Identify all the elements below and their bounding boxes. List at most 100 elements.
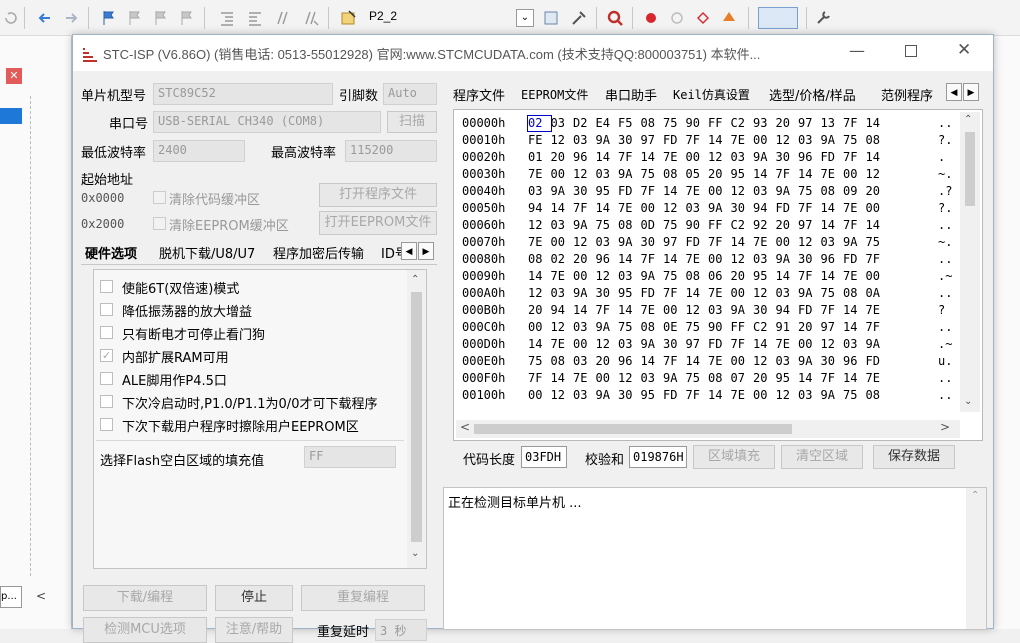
hex-byte[interactable]: FD (798, 303, 821, 318)
hex-byte[interactable]: 03 (776, 286, 799, 301)
hex-byte[interactable]: 97 (686, 337, 709, 352)
hex-byte[interactable]: 08 (866, 133, 889, 148)
hex-byte[interactable]: 75 (663, 218, 686, 233)
hex-byte[interactable]: 30 (731, 201, 754, 216)
hex-byte[interactable]: 75 (843, 133, 866, 148)
tab-program-file[interactable]: 程序文件 (453, 85, 505, 104)
hex-byte[interactable]: 12 (866, 167, 889, 182)
hex-byte[interactable]: FD (776, 201, 799, 216)
hex-byte[interactable]: 08 (663, 167, 686, 182)
hex-byte[interactable]: 12 (528, 286, 551, 301)
hex-byte[interactable]: 9A (663, 371, 686, 386)
hex-byte[interactable]: 13 (821, 116, 844, 131)
reprogram-button[interactable]: 重复编程 (301, 585, 425, 611)
retry-delay-select[interactable]: 3 秒 (375, 619, 427, 641)
hex-byte[interactable]: 9A (596, 133, 619, 148)
hex-byte[interactable]: 20 (866, 184, 889, 199)
hex-byte[interactable]: 95 (731, 167, 754, 182)
hex-byte[interactable]: 90 (686, 218, 709, 233)
hex-byte[interactable]: 14 (843, 371, 866, 386)
hex-byte[interactable]: 7F (596, 303, 619, 318)
hex-vscrollbar[interactable]: ⌃ ⌄ (960, 112, 980, 412)
hex-byte[interactable]: 03 (573, 133, 596, 148)
help-button[interactable]: 注意/帮助 (215, 617, 293, 643)
hex-byte[interactable]: 03 (843, 337, 866, 352)
bookmark-clear-icon[interactable] (178, 9, 196, 27)
hex-byte[interactable]: FD (641, 286, 664, 301)
hex-byte[interactable]: 7E (843, 201, 866, 216)
hex-byte[interactable]: FF (731, 320, 754, 335)
hex-byte[interactable]: 03 (618, 269, 641, 284)
hex-byte[interactable]: 7E (866, 371, 889, 386)
hex-bytes[interactable]: 12 03 9A 30 95 FD 7F 14 7E 00 12 03 9A 75 08 0A (528, 286, 938, 301)
hex-byte[interactable]: 00 (866, 201, 889, 216)
hex-byte[interactable]: 12 (798, 235, 821, 250)
hex-byte[interactable]: 20 (776, 116, 799, 131)
hex-byte[interactable]: 14 (798, 167, 821, 182)
hex-byte[interactable]: 01 (528, 150, 551, 165)
tools-icon[interactable] (570, 9, 588, 27)
code-address-input[interactable]: 0x0000 (81, 187, 151, 209)
hex-byte[interactable]: 30 (618, 133, 641, 148)
mcu-type-select[interactable]: STC89C52 (153, 83, 333, 105)
hex-byte[interactable]: 7F (731, 337, 754, 352)
hex-byte[interactable]: 12 (596, 269, 619, 284)
hex-byte[interactable]: 30 (663, 337, 686, 352)
hex-byte[interactable]: 14 (618, 252, 641, 267)
hex-byte[interactable]: FD (618, 184, 641, 199)
hardware-option-checkbox[interactable] (100, 280, 113, 293)
hex-byte[interactable]: 12 (708, 150, 731, 165)
hex-row[interactable]: 000A0h 12 03 9A 30 95 FD 7F 14 7E 00 12 03 9A 75 08 0A.. (462, 286, 952, 301)
hex-byte[interactable]: 7F (663, 286, 686, 301)
hex-byte[interactable]: 7E (753, 235, 776, 250)
hex-byte[interactable]: FD (663, 133, 686, 148)
hex-bytes[interactable]: 02 03 D2 E4 F5 08 75 90 FF C2 93 20 97 13 7F 14 (527, 115, 938, 132)
stop-button[interactable]: 停止 (215, 585, 293, 611)
hex-byte[interactable]: 7E (708, 286, 731, 301)
wrench-icon[interactable] (814, 9, 832, 27)
hex-byte[interactable]: 7F (573, 201, 596, 216)
hex-byte[interactable]: 7E (528, 235, 551, 250)
hex-byte[interactable]: 14 (686, 354, 709, 369)
uncomment-icon[interactable] (302, 9, 320, 27)
hex-byte[interactable]: 7F (798, 269, 821, 284)
hex-byte[interactable]: 00 (731, 354, 754, 369)
hex-byte[interactable]: 14 (641, 150, 664, 165)
hex-byte[interactable]: 30 (798, 252, 821, 267)
hex-byte[interactable]: 7E (821, 167, 844, 182)
hex-byte[interactable]: 30 (821, 354, 844, 369)
hex-byte[interactable]: 7F (686, 133, 709, 148)
hex-byte[interactable]: 14 (663, 252, 686, 267)
hex-byte[interactable]: 14 (821, 269, 844, 284)
hex-bytes[interactable]: 08 02 20 96 14 7F 14 7E 00 12 03 9A 30 96 FD 7F (528, 252, 938, 267)
hex-byte[interactable]: 03 (573, 320, 596, 335)
hex-byte[interactable]: 09 (843, 184, 866, 199)
hex-byte[interactable]: 12 (776, 133, 799, 148)
clear-eeprom-checkbox[interactable] (153, 217, 166, 230)
hex-byte[interactable]: FD (708, 337, 731, 352)
hex-byte[interactable]: 06 (708, 269, 731, 284)
scroll-up-icon[interactable]: ⌃ (411, 274, 419, 285)
hex-byte[interactable]: 96 (798, 150, 821, 165)
hex-byte[interactable]: 97 (641, 133, 664, 148)
hex-byte[interactable]: FD (686, 235, 709, 250)
hex-byte[interactable]: 05 (686, 167, 709, 182)
hex-row[interactable]: 00010h FE 12 03 9A 30 97 FD 7F 14 7E 00 12 03 9A 75 08?. (462, 133, 952, 148)
close-icon[interactable]: ✕ (6, 68, 22, 84)
breakpoint-kill-icon[interactable] (720, 9, 738, 27)
hex-byte[interactable]: 75 (843, 388, 866, 403)
hex-byte[interactable]: 30 (753, 303, 776, 318)
hex-byte[interactable]: 9A (618, 235, 641, 250)
hex-byte[interactable]: 7E (618, 201, 641, 216)
hex-bytes[interactable]: 14 7E 00 12 03 9A 30 97 FD 7F 14 7E 00 12 03 9A (528, 337, 938, 352)
hex-byte[interactable]: 9A (596, 388, 619, 403)
hex-byte[interactable]: 08 (866, 388, 889, 403)
hex-byte[interactable]: 7F (821, 371, 844, 386)
hex-byte[interactable]: 03 (708, 303, 731, 318)
hex-byte[interactable]: C2 (753, 320, 776, 335)
hex-byte[interactable]: 7E (528, 167, 551, 182)
hex-bytes[interactable]: 00 12 03 9A 75 08 0E 75 90 FF C2 91 20 97 14 7F (528, 320, 938, 335)
hex-byte[interactable]: 03 (551, 218, 574, 233)
hex-byte[interactable]: 97 (798, 116, 821, 131)
hex-byte[interactable]: 9A (618, 167, 641, 182)
